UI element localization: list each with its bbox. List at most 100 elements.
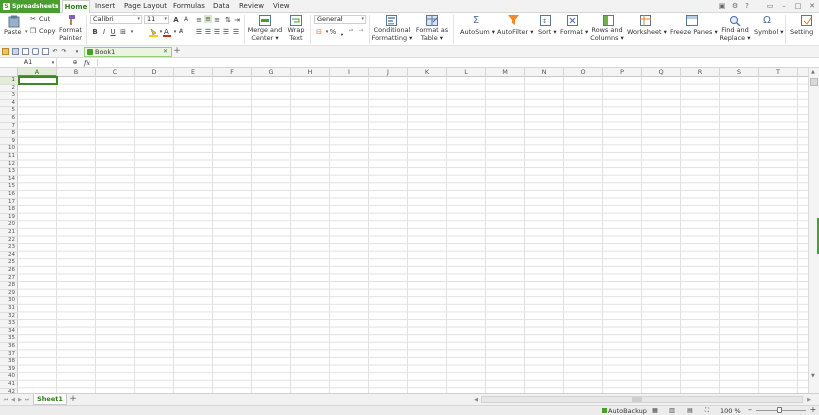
restore-icon[interactable]: ▭ [766,2,774,10]
tab-review[interactable]: Review [239,0,264,13]
column-header-r[interactable]: R [681,68,720,77]
font-grow-button[interactable]: A [172,16,180,24]
sheet-tab[interactable]: Sheet1 [33,394,67,405]
undo-icon[interactable]: ↶ [51,48,59,56]
scroll-left-icon[interactable]: ◀ [472,396,480,404]
normal-view-icon[interactable]: ▦ [651,407,659,415]
document-tab[interactable]: Book1 ✕ [84,47,172,57]
column-header-t[interactable]: T [759,68,798,77]
row-header[interactable]: 40 [0,373,18,381]
row-header[interactable]: 2 [0,85,18,93]
settings-icon[interactable]: ⚙ [731,2,739,10]
border-icon[interactable]: ⊞ [119,28,127,36]
new-tab-icon[interactable]: + [173,47,181,56]
formula-input[interactable] [97,59,807,66]
row-header[interactable]: 26 [0,267,18,275]
close-tab-icon[interactable]: ✕ [163,48,168,56]
minimize-icon[interactable]: – [780,2,788,10]
row-header[interactable]: 24 [0,252,18,260]
column-header-o[interactable]: O [564,68,603,77]
help-icon[interactable]: ? [743,2,751,10]
row-header[interactable]: 1 [0,77,18,85]
column-header-k[interactable]: K [408,68,447,77]
font-color-icon[interactable]: A [163,28,171,37]
orientation-icon[interactable]: ⇅ [224,16,232,24]
page-layout-view-icon[interactable]: ▤ [686,407,694,415]
row-header[interactable]: 23 [0,244,18,252]
vertical-scrollbar[interactable]: ▲ ▼ [808,68,819,393]
last-sheet-icon[interactable]: ⏭ [23,396,31,404]
row-header[interactable]: 6 [0,115,18,123]
column-header-i[interactable]: I [330,68,369,77]
fullscreen-icon[interactable]: ⛶ [703,407,711,415]
row-header[interactable]: 21 [0,229,18,237]
justify-icon[interactable]: ☰ [222,28,230,36]
tab-insert[interactable]: Insert [95,0,115,13]
row-header[interactable]: 9 [0,138,18,146]
align-right-icon[interactable]: ☰ [213,28,221,36]
row-header[interactable]: 33 [0,320,18,328]
column-header-q[interactable]: Q [642,68,681,77]
font-name-select[interactable]: Calibri ▾ [90,15,142,24]
horizontal-scrollbar[interactable] [481,396,803,403]
column-header-e[interactable]: E [174,68,213,77]
row-header[interactable]: 5 [0,107,18,115]
column-header-g[interactable]: G [252,68,291,77]
column-header-s[interactable]: S [720,68,759,77]
close-icon[interactable]: ✕ [808,2,816,10]
row-header[interactable]: 14 [0,176,18,184]
row-header[interactable]: 4 [0,100,18,108]
column-header-m[interactable]: M [486,68,525,77]
zoom-slider-thumb[interactable] [777,407,782,413]
font-size-select[interactable]: 11 ▾ [144,15,169,24]
row-header[interactable]: 25 [0,259,18,267]
row-header[interactable]: 29 [0,290,18,298]
add-sheet-icon[interactable]: + [69,395,77,404]
redo-icon[interactable]: ↷ [60,48,68,56]
paste-chevron-icon[interactable]: ▾ [25,28,28,36]
increase-decimal-icon[interactable]: ⁺⁰ [347,28,355,36]
open-icon[interactable] [2,48,9,55]
tab-page-layout[interactable]: Page Layout [124,0,167,13]
percent-button[interactable]: % [329,28,337,36]
zoom-in-icon[interactable]: + [809,406,817,414]
row-header[interactable]: 31 [0,305,18,313]
row-header[interactable]: 16 [0,191,18,199]
row-header[interactable]: 37 [0,351,18,359]
column-header-j[interactable]: J [369,68,408,77]
indent-icon[interactable]: ⇥ [233,16,241,24]
align-center-icon[interactable]: ☰ [204,28,212,36]
row-header[interactable]: 12 [0,161,18,169]
column-header-c[interactable]: C [96,68,135,77]
chevron-down-icon[interactable]: ▾ [49,59,57,67]
column-header-l[interactable]: L [447,68,486,77]
distribute-icon[interactable]: ☰ [232,28,240,36]
page-break-view-icon[interactable]: ▥ [668,407,676,415]
row-header[interactable]: 17 [0,199,18,207]
chevron-down-icon[interactable]: ▾ [128,28,136,36]
row-header[interactable]: 28 [0,282,18,290]
autobackup-label[interactable]: AutoBackup [608,407,647,415]
row-header[interactable]: 32 [0,313,18,321]
row-header[interactable]: 3 [0,92,18,100]
clear-format-icon[interactable]: A̷ [177,28,185,36]
column-header-n[interactable]: N [525,68,564,77]
row-header[interactable]: 27 [0,275,18,283]
scroll-up-icon[interactable]: ▲ [811,69,815,75]
select-all-corner[interactable] [0,68,18,77]
row-header[interactable]: 10 [0,145,18,153]
column-header-f[interactable]: F [213,68,252,77]
zoom-search-icon[interactable]: ⊕ [71,59,79,67]
scroll-down-icon[interactable]: ▼ [811,373,815,379]
align-top-icon[interactable]: ≡ [195,16,203,24]
row-header[interactable]: 35 [0,335,18,343]
currency-icon[interactable]: ⊟ [315,28,323,36]
font-shrink-button[interactable]: A [182,16,190,24]
save-as-icon[interactable] [22,48,29,55]
comma-style-icon[interactable]: ❟ [338,28,346,36]
print-icon[interactable] [32,48,39,55]
maximize-icon[interactable]: □ [794,2,802,10]
tab-data[interactable]: Data [213,0,230,13]
zoom-out-icon[interactable]: – [746,406,754,414]
print-preview-icon[interactable] [42,48,49,55]
